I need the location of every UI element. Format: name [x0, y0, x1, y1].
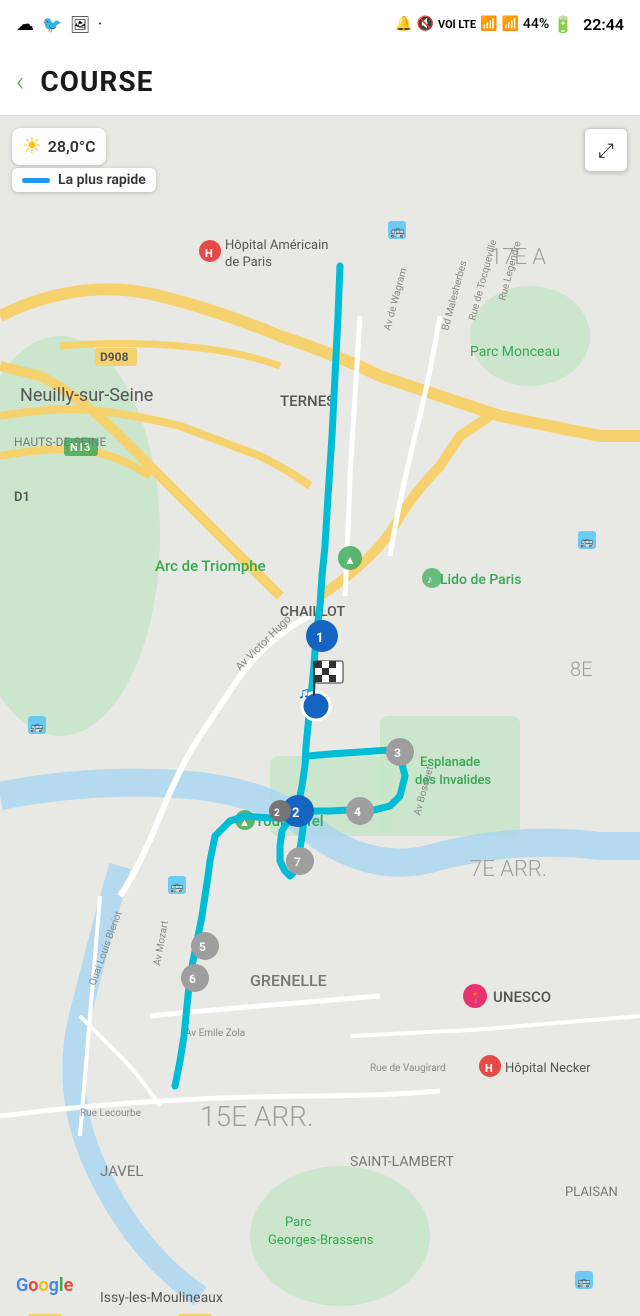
svg-text:♪: ♪: [427, 573, 433, 586]
svg-text:Parc Monceau: Parc Monceau: [470, 344, 560, 360]
wifi-icon: 📶: [480, 16, 497, 32]
svg-text:CHAILLOT: CHAILLOT: [280, 604, 345, 620]
map-container[interactable]: D1 D908 N13 N13 D908 17E A 8E 7E ARR. 15…: [0, 116, 640, 1316]
svg-text:Hôpital Américain: Hôpital Américain: [225, 238, 328, 253]
route-type-badge: La plus rapide: [12, 168, 156, 192]
svg-text:4: 4: [354, 805, 361, 819]
svg-text:Georges-Brassens: Georges-Brassens: [268, 1233, 374, 1248]
svg-text:🚌: 🚌: [170, 880, 184, 893]
svg-text:Rue Lecourbe: Rue Lecourbe: [80, 1108, 141, 1119]
svg-text:2: 2: [274, 808, 280, 819]
svg-text:🚌: 🚌: [577, 1275, 591, 1288]
svg-text:D908: D908: [100, 350, 129, 364]
dot-icon: •: [98, 19, 101, 30]
status-time: 22:44: [583, 15, 624, 34]
expand-map-button[interactable]: ⤢: [584, 128, 628, 172]
battery-icon: 🔋: [553, 15, 573, 34]
svg-text:PLAISAN: PLAISAN: [565, 1185, 618, 1200]
svg-text:▲: ▲: [344, 553, 356, 567]
status-right-icons: 🔔 🔇 VOl LTE 📶 📶 44% 🔋 22:44: [395, 15, 624, 34]
map-svg: D1 D908 N13 N13 D908 17E A 8E 7E ARR. 15…: [0, 116, 640, 1316]
svg-text:1: 1: [316, 631, 323, 646]
svg-text:JAVEL: JAVEL: [100, 1162, 143, 1180]
battery-percentage: 44%: [523, 16, 549, 32]
volume-off-icon: 🔇: [417, 16, 434, 32]
svg-text:SAINT-LAMBERT: SAINT-LAMBERT: [350, 1154, 454, 1170]
svg-text:15E ARR.: 15E ARR.: [200, 1100, 314, 1133]
expand-icon: ⤢: [598, 138, 614, 162]
status-bar: ☁ 🐦 🖼 • 🔔 🔇 VOl LTE 📶 📶 44% 🔋 22:44: [0, 0, 640, 48]
svg-text:8E: 8E: [570, 657, 592, 681]
svg-text:Parc: Parc: [285, 1215, 311, 1230]
svg-text:2: 2: [292, 806, 299, 821]
svg-text:H: H: [485, 1062, 493, 1075]
svg-text:7: 7: [294, 855, 301, 869]
header: ‹ COURSE: [0, 48, 640, 116]
svg-text:6: 6: [189, 972, 196, 986]
svg-text:D1: D1: [14, 490, 30, 505]
image-icon: 🖼: [70, 15, 90, 34]
svg-text:3: 3: [394, 746, 401, 760]
svg-text:UNESCO: UNESCO: [493, 988, 551, 1006]
google-logo: Google: [16, 1275, 73, 1296]
status-left-icons: ☁ 🐦 🖼 •: [16, 14, 102, 35]
svg-text:Rue de Vaugirard: Rue de Vaugirard: [370, 1063, 446, 1074]
battery-alert-icon: 🔔: [395, 16, 412, 32]
svg-text:🚌: 🚌: [580, 535, 594, 548]
route-type-label: La plus rapide: [58, 172, 146, 188]
sun-icon: ☀: [22, 134, 42, 159]
svg-text:🚌: 🚌: [30, 720, 44, 733]
svg-text:Lido de Paris: Lido de Paris: [440, 572, 521, 588]
svg-text:Neuilly-sur-Seine: Neuilly-sur-Seine: [20, 385, 153, 406]
temperature: 28,0°C: [48, 137, 96, 156]
svg-text:📍: 📍: [469, 992, 483, 1005]
signal-icon: 📶: [501, 16, 518, 32]
back-button[interactable]: ‹: [16, 65, 24, 98]
svg-text:Hôpital Necker: Hôpital Necker: [505, 1061, 591, 1076]
route-line-indicator: [22, 178, 50, 183]
svg-text:🚌: 🚌: [390, 224, 405, 238]
bottom-place-label: Issy-les-Moulineaux: [100, 1290, 223, 1306]
svg-text:H: H: [205, 247, 213, 260]
cloud-icon: ☁: [16, 14, 34, 35]
svg-text:5: 5: [199, 940, 206, 954]
svg-text:♫: ♫: [298, 683, 310, 702]
twitter-icon: 🐦: [42, 15, 62, 34]
lte-icon: VOl LTE: [438, 18, 476, 31]
svg-text:HAUTS-DE-SEINE: HAUTS-DE-SEINE: [14, 435, 106, 449]
svg-text:de Paris: de Paris: [225, 255, 272, 270]
svg-text:TERNES: TERNES: [280, 392, 335, 410]
svg-text:Av Emile Zola: Av Emile Zola: [185, 1028, 245, 1039]
svg-text:7E ARR.: 7E ARR.: [470, 857, 547, 882]
weather-badge: ☀ 28,0°C: [12, 128, 106, 165]
svg-text:Arc de Triomphe: Arc de Triomphe: [155, 557, 266, 575]
page-title: COURSE: [40, 65, 153, 98]
svg-text:GRENELLE: GRENELLE: [250, 971, 327, 990]
